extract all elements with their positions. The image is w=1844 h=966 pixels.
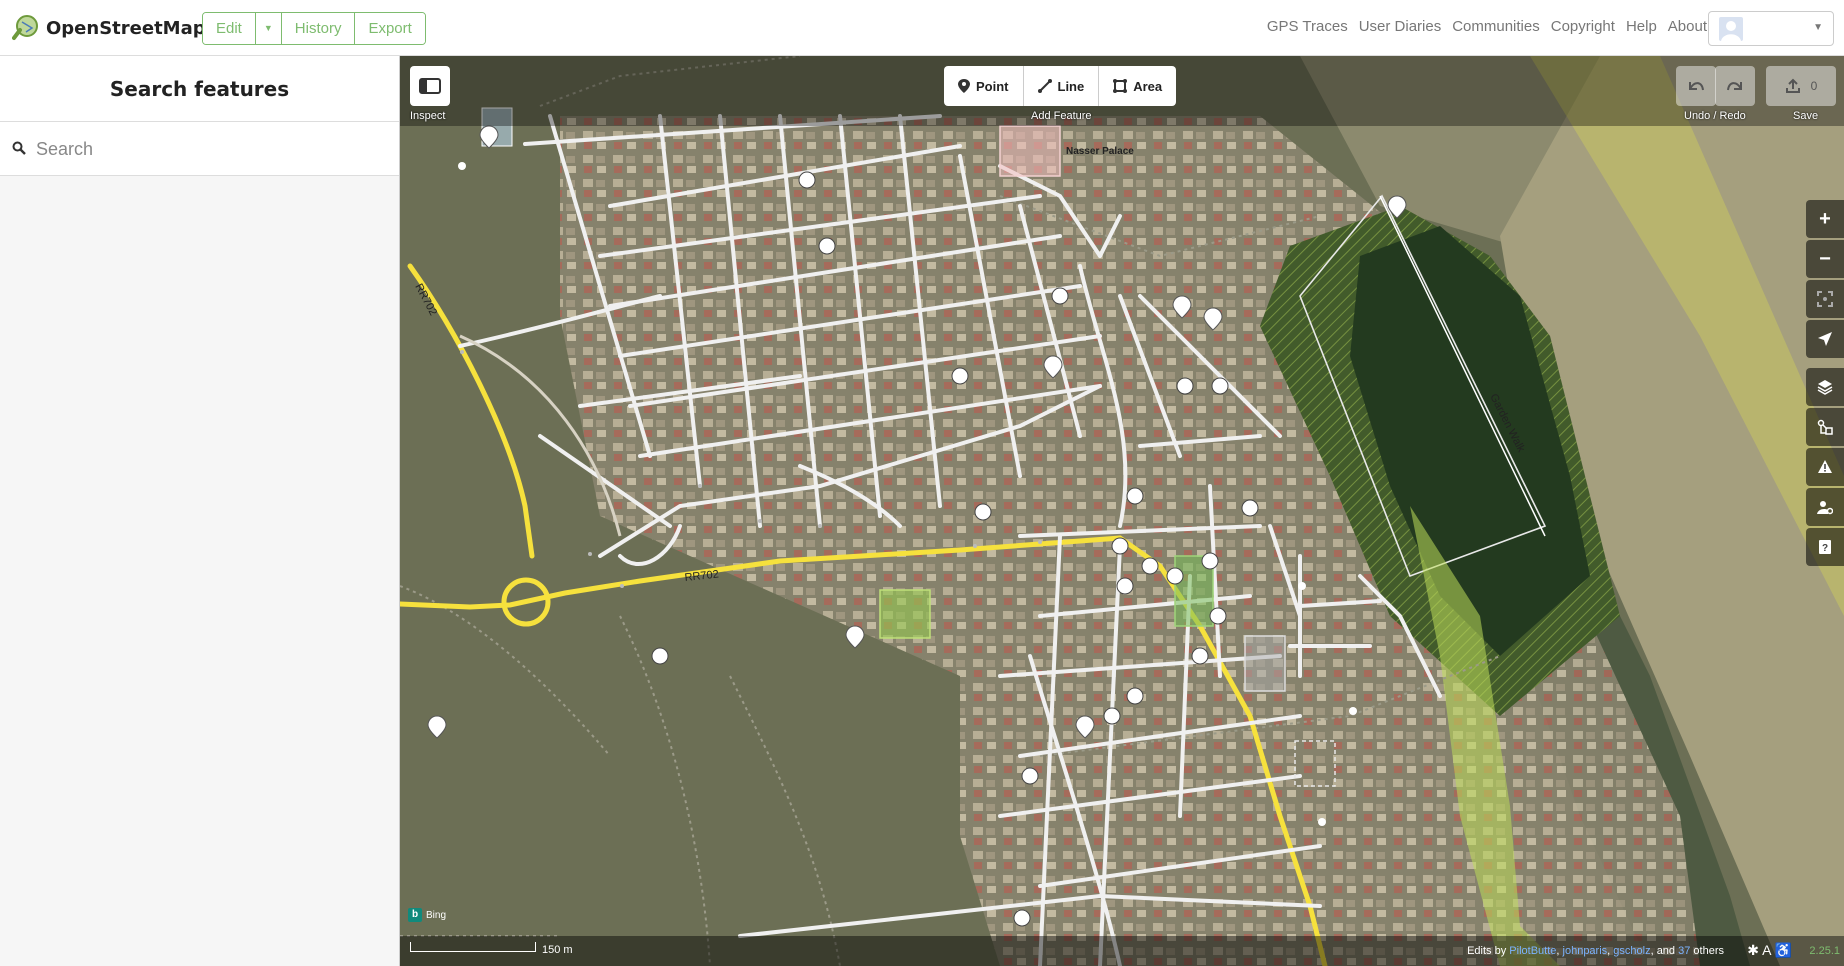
zoom-in-button[interactable]: + (1806, 200, 1844, 238)
contributor-link[interactable]: gscholz (1613, 945, 1650, 957)
add-feature-group: Point Line Area (944, 66, 1177, 106)
nav-link-help[interactable]: Help (1626, 18, 1657, 35)
add-area-button[interactable]: Area (1099, 66, 1176, 106)
add-point-label: Point (976, 78, 1009, 94)
history-button[interactable]: History (281, 13, 356, 44)
add-area-label: Area (1133, 78, 1163, 94)
user-settings-icon (1817, 501, 1833, 515)
minus-icon: − (1819, 247, 1831, 270)
map-footer: 150 m Edits by PilotButte, johnparis, gs… (400, 936, 1844, 966)
imagery-provider-label: Bing (426, 909, 447, 921)
geolocate-button[interactable] (1806, 320, 1844, 358)
sidebar-toggle-icon (419, 78, 441, 94)
upload-icon (1785, 78, 1800, 93)
nav-link-about[interactable]: About (1668, 18, 1707, 35)
zoom-to-selection-button[interactable] (1806, 280, 1844, 318)
osm-logo-icon (12, 15, 38, 40)
area-icon (1113, 79, 1128, 93)
search-icon (12, 141, 26, 155)
inspect-label: Inspect (410, 110, 446, 122)
add-feature-label: Add Feature (1031, 110, 1092, 122)
map-data-icon (1817, 419, 1833, 435)
top-navigation: OpenStreetMap Edit ▼ History Export GPS … (0, 0, 1844, 56)
nav-link-user-diaries[interactable]: User Diaries (1359, 18, 1442, 35)
search-bar (0, 122, 399, 176)
version-label[interactable]: 2.25.1 (1809, 945, 1840, 957)
others-count-link[interactable]: 37 (1678, 945, 1690, 957)
zoom-to-selection-icon (1817, 291, 1833, 307)
satellite-map[interactable]: RR702 RR702 Garden Walk Nasser Palace (400, 56, 1844, 966)
footer-icons: ✱ A ♿ (1747, 942, 1792, 959)
search-input[interactable] (36, 134, 376, 164)
site-logo[interactable]: OpenStreetMap (12, 14, 206, 42)
sidebar-title: Search features (0, 56, 399, 122)
user-menu[interactable]: ▼ (1708, 11, 1834, 46)
point-icon (958, 79, 970, 93)
contributor-link[interactable]: johnparis (1563, 945, 1608, 957)
preferences-button[interactable] (1806, 488, 1844, 526)
export-button[interactable]: Export (355, 13, 425, 44)
scale-bar[interactable] (410, 942, 536, 952)
map-canvas[interactable]: RR702 RR702 Garden Walk Nasser Palace In… (400, 56, 1844, 966)
location-arrow-icon (1818, 332, 1832, 346)
others-label: others (1693, 945, 1724, 957)
svg-text:?: ? (1822, 543, 1828, 554)
help-icon: ? (1819, 540, 1831, 554)
add-point-button[interactable]: Point (944, 66, 1024, 106)
background-button[interactable] (1806, 368, 1844, 406)
edit-button[interactable]: Edit (203, 13, 256, 44)
undo-redo-label: Undo / Redo (1684, 110, 1746, 122)
nav-link-gps-traces[interactable]: GPS Traces (1267, 18, 1348, 35)
zoom-out-button[interactable]: − (1806, 240, 1844, 278)
scale-label: 150 m (542, 944, 573, 956)
attribution-prefix: Edits by (1467, 945, 1507, 957)
undo-button[interactable] (1676, 66, 1716, 106)
chevron-down-icon: ▼ (1813, 22, 1823, 33)
edit-button-group: Edit ▼ History Export (202, 12, 426, 45)
edit-dropdown-caret[interactable]: ▼ (255, 13, 282, 44)
attribution-and: , and (1650, 945, 1676, 957)
redo-button[interactable] (1715, 66, 1755, 106)
accessibility-icon[interactable]: ♿ (1775, 942, 1792, 958)
attribution: Edits by PilotButte, johnparis, gscholz,… (1467, 945, 1724, 957)
bug-icon[interactable]: ✱ (1747, 942, 1759, 958)
plus-icon: + (1819, 207, 1831, 230)
map-controls: + − ? (1806, 200, 1844, 568)
imagery-provider-logo[interactable]: b Bing (408, 908, 446, 922)
nav-link-communities[interactable]: Communities (1452, 18, 1540, 35)
place-label-nasser-palace: Nasser Palace (1066, 146, 1134, 157)
map-data-button[interactable] (1806, 408, 1844, 446)
bing-icon: b (408, 908, 422, 922)
save-label: Save (1793, 110, 1819, 122)
sidebar: Search features (0, 56, 400, 966)
undo-icon (1689, 82, 1704, 91)
issues-button[interactable] (1806, 448, 1844, 486)
layers-icon (1817, 380, 1833, 395)
line-icon (1037, 79, 1052, 93)
warning-icon (1818, 460, 1832, 473)
logo-text[interactable]: OpenStreetMap (46, 18, 206, 39)
add-line-button[interactable]: Line (1024, 66, 1100, 106)
save-button[interactable]: 0 (1766, 66, 1836, 106)
add-line-label: Line (1057, 78, 1085, 94)
translate-icon[interactable]: A (1762, 942, 1771, 958)
inspect-button[interactable] (410, 66, 450, 106)
contributor-link[interactable]: PilotButte (1509, 945, 1556, 957)
help-button[interactable]: ? (1806, 528, 1844, 566)
redo-icon (1727, 82, 1742, 91)
save-count: 0 (1810, 79, 1818, 93)
nav-link-copyright[interactable]: Copyright (1551, 18, 1615, 35)
secondary-nav: GPS Traces User Diaries Communities Copy… (1267, 18, 1707, 35)
avatar (1719, 17, 1743, 41)
chevron-down-icon: ▼ (263, 23, 273, 33)
